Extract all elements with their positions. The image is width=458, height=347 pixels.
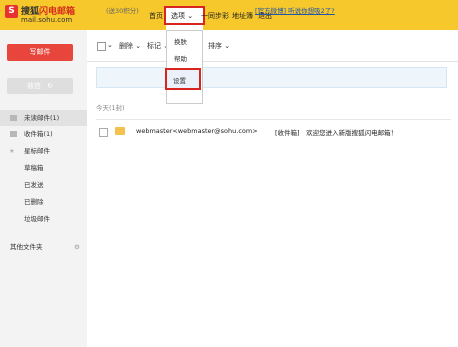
sidebar-item-label: 已删除 <box>24 198 44 206</box>
gear-icon[interactable]: ⚙ <box>74 239 80 255</box>
sohu-logo-icon: S <box>5 5 18 18</box>
sidebar-item-spam[interactable]: 垃圾邮件 <box>0 211 87 227</box>
divider <box>96 119 451 120</box>
sidebar: 写邮件 收信 ↻ 未读邮件(1) 收件箱(1) ★ 星标邮件 草稿箱 已发送 已删… <box>0 30 87 347</box>
logo-domain: mail.sohu.com <box>21 16 73 24</box>
chevron-down-icon: ⌄ <box>135 42 142 50</box>
settings-highlight-box <box>165 68 201 90</box>
top-bar: S 搜狐闪电邮箱 mail.sohu.com 首页 选项 ⌄ 一同步彩 地址簿 … <box>0 0 458 30</box>
chevron-down-icon: ⌄ <box>224 42 231 50</box>
mail-subject[interactable]: [收件箱] 欢迎您进入新版搜狐闪电邮箱！ <box>275 127 397 137</box>
delete-label: 删除 <box>119 42 133 50</box>
sidebar-item-label: 已发送 <box>24 181 44 189</box>
logo[interactable]: S 搜狐闪电邮箱 mail.sohu.com <box>5 3 75 27</box>
sidebar-item-drafts[interactable]: 草稿箱 <box>0 160 87 176</box>
sidebar-item-label: 未读邮件(1) <box>24 114 60 122</box>
mail-toolbar: ⌄ 删除 ⌄ 标记 ⌄ 排序 ⌄ <box>87 30 458 62</box>
sidebar-item-label: 草稿箱 <box>24 164 44 172</box>
notice-weibo-link[interactable]: [官方微博] 听说你想吸2了? <box>255 5 335 15</box>
envelope-icon <box>115 127 125 135</box>
sort-label: 排序 <box>208 42 222 50</box>
receive-mail-button[interactable]: 收信 ↻ <box>7 78 73 94</box>
sidebar-item-label: 星标邮件 <box>24 147 50 155</box>
menu-item-skin[interactable]: 换肤 <box>167 36 202 46</box>
sidebar-item-label: 垃圾邮件 <box>24 215 50 223</box>
options-highlight-box <box>164 6 205 25</box>
mail-sender[interactable]: webmaster<webmaster@sohu.com> <box>136 127 258 135</box>
sidebar-item-label: 其他文件夹 <box>10 243 43 251</box>
sidebar-item-sent[interactable]: 已发送 <box>0 177 87 193</box>
notice-points-text[interactable]: (送30积分) <box>106 5 139 15</box>
star-icon: ★ <box>9 147 15 155</box>
group-label: 今天(1封) <box>96 104 125 112</box>
row-checkbox[interactable] <box>99 128 108 137</box>
sidebar-item-starred[interactable]: ★ 星标邮件 <box>0 143 87 159</box>
sidebar-item-unread[interactable]: 未读邮件(1) <box>0 110 87 126</box>
nav-sync[interactable]: 一同步彩 <box>201 11 229 21</box>
options-dropdown: 换肤 帮助 <box>166 30 203 104</box>
sidebar-item-inbox[interactable]: 收件箱(1) <box>0 126 87 142</box>
receive-label: 收信 <box>27 82 42 90</box>
nav-home[interactable]: 首页 <box>149 11 163 21</box>
sidebar-item-deleted[interactable]: 已删除 <box>0 194 87 210</box>
inbox-icon <box>10 131 17 137</box>
select-all-checkbox[interactable] <box>97 42 106 51</box>
sort-button[interactable]: 排序 ⌄ <box>208 41 230 51</box>
select-dropdown-chevron-icon[interactable]: ⌄ <box>107 41 113 49</box>
nav-addressbook[interactable]: 地址簿 <box>232 11 253 21</box>
write-mail-button[interactable]: 写邮件 <box>7 44 73 61</box>
mark-label: 标记 <box>147 42 161 50</box>
notice-bar <box>96 67 447 88</box>
sidebar-item-label: 收件箱(1) <box>24 130 53 138</box>
sidebar-item-other-folders[interactable]: 其他文件夹 ⚙ <box>0 239 87 255</box>
delete-button[interactable]: 删除 ⌄ <box>119 41 141 51</box>
menu-item-help[interactable]: 帮助 <box>167 53 202 63</box>
table-row[interactable]: webmaster<webmaster@sohu.com> [收件箱] 欢迎您进… <box>87 124 458 141</box>
unread-icon <box>10 115 17 121</box>
refresh-icon: ↻ <box>47 82 53 90</box>
